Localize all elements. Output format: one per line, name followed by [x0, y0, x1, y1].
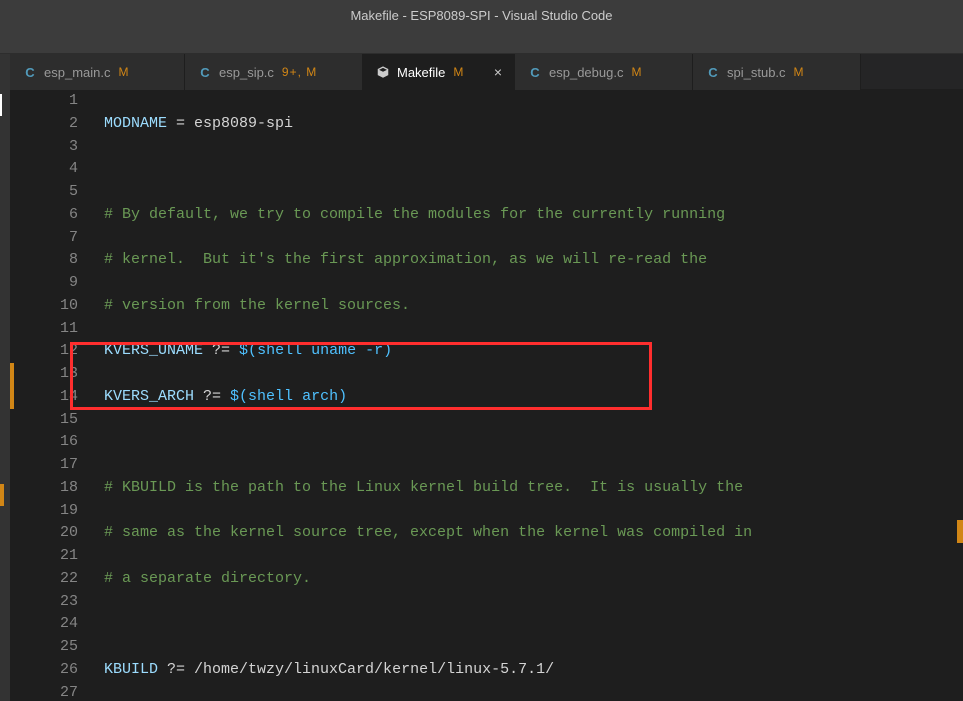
- code-line[interactable]: # same as the kernel source tree, except…: [104, 522, 963, 545]
- tab-scm-status: M: [118, 65, 129, 79]
- line-number: 19: [10, 500, 78, 523]
- code-line[interactable]: # a separate directory.: [104, 568, 963, 591]
- tab-spi-stub[interactable]: C spi_stub.c M: [693, 54, 861, 90]
- c-file-icon: C: [197, 64, 213, 80]
- code-line[interactable]: [104, 158, 963, 181]
- c-file-icon: C: [527, 64, 543, 80]
- line-number: 13: [10, 363, 78, 386]
- c-file-icon: C: [705, 64, 721, 80]
- close-icon[interactable]: ×: [494, 64, 502, 80]
- window-titlebar: Makefile - ESP8089-SPI - Visual Studio C…: [0, 0, 963, 30]
- line-number: 10: [10, 295, 78, 318]
- line-number: 12: [10, 340, 78, 363]
- line-number: 16: [10, 431, 78, 454]
- code-line[interactable]: # version from the kernel sources.: [104, 295, 963, 318]
- line-number: 1: [10, 90, 78, 113]
- modified-line-marker: [10, 363, 14, 386]
- c-file-icon: C: [22, 64, 38, 80]
- menubar[interactable]: [0, 30, 963, 54]
- code-line[interactable]: KVERS_ARCH ?= $(shell arch): [104, 386, 963, 409]
- line-number: 11: [10, 318, 78, 341]
- tab-label: Makefile: [397, 65, 445, 80]
- tab-scm-status: 9+, M: [282, 65, 317, 79]
- line-number: 18: [10, 477, 78, 500]
- activity-scm-badge: [0, 484, 4, 506]
- line-number: 2: [10, 113, 78, 136]
- tab-makefile[interactable]: Makefile M ×: [363, 54, 515, 90]
- code-line[interactable]: [104, 431, 963, 454]
- line-number: 25: [10, 636, 78, 659]
- line-number: 3: [10, 136, 78, 159]
- line-number: 26: [10, 659, 78, 682]
- window-title: Makefile - ESP8089-SPI - Visual Studio C…: [350, 8, 612, 23]
- tab-scm-status: M: [794, 65, 805, 79]
- activity-bar[interactable]: [0, 54, 10, 701]
- line-number-gutter: 1234567891011121314151617181920212223242…: [10, 90, 96, 701]
- tab-label: spi_stub.c: [727, 65, 786, 80]
- line-number: 9: [10, 272, 78, 295]
- activity-indicator: [0, 94, 2, 116]
- line-number: 20: [10, 522, 78, 545]
- line-number: 5: [10, 181, 78, 204]
- tab-esp-debug[interactable]: C esp_debug.c M: [515, 54, 693, 90]
- line-number: 21: [10, 545, 78, 568]
- line-number: 22: [10, 568, 78, 591]
- line-number: 7: [10, 227, 78, 250]
- line-number: 27: [10, 682, 78, 701]
- line-number: 15: [10, 409, 78, 432]
- line-number: 17: [10, 454, 78, 477]
- line-number: 4: [10, 158, 78, 181]
- line-number: 24: [10, 613, 78, 636]
- code-line[interactable]: # By default, we try to compile the modu…: [104, 204, 963, 227]
- code-line[interactable]: # kernel. But it's the first approximati…: [104, 249, 963, 272]
- tab-scm-status: M: [631, 65, 642, 79]
- tab-label: esp_debug.c: [549, 65, 623, 80]
- line-number: 8: [10, 249, 78, 272]
- line-number: 23: [10, 591, 78, 614]
- code-content[interactable]: MODNAME = esp8089-spi # By default, we t…: [96, 90, 963, 701]
- tab-esp-sip[interactable]: C esp_sip.c 9+, M: [185, 54, 363, 90]
- code-line[interactable]: [104, 613, 963, 636]
- modified-line-marker: [10, 386, 14, 409]
- code-line[interactable]: KVERS_UNAME ?= $(shell uname -r): [104, 340, 963, 363]
- tab-label: esp_sip.c: [219, 65, 274, 80]
- tab-label: esp_main.c: [44, 65, 110, 80]
- code-line[interactable]: # KBUILD is the path to the Linux kernel…: [104, 477, 963, 500]
- code-line[interactable]: KBUILD ?= /home/twzy/linuxCard/kernel/li…: [104, 659, 963, 682]
- code-editor[interactable]: 1234567891011121314151617181920212223242…: [10, 90, 963, 701]
- overview-ruler-marker: [957, 520, 963, 543]
- line-number: 6: [10, 204, 78, 227]
- makefile-icon: [375, 64, 391, 80]
- code-line[interactable]: MODNAME = esp8089-spi: [104, 113, 963, 136]
- gutter-decorations: [10, 90, 20, 701]
- line-number: 14: [10, 386, 78, 409]
- editor-tabs: C esp_main.c M C esp_sip.c 9+, M Makefil…: [10, 54, 963, 90]
- tab-scm-status: M: [453, 65, 464, 79]
- tab-esp-main[interactable]: C esp_main.c M: [10, 54, 185, 90]
